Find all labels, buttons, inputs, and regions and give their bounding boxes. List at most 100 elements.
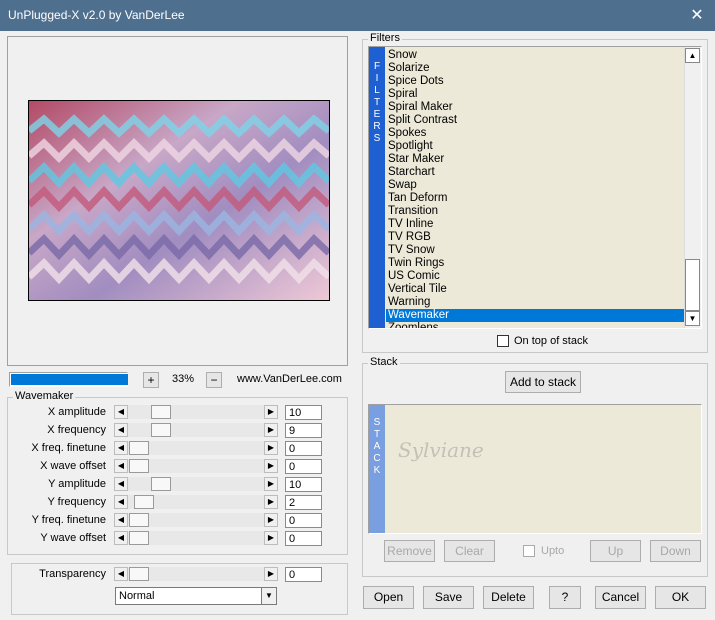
transparency-value[interactable]: 0 (285, 567, 322, 582)
slider-thumb[interactable] (129, 513, 149, 527)
slider-left-icon[interactable]: ◀ (114, 405, 128, 419)
clear-button[interactable]: Clear (444, 540, 495, 562)
param-slider[interactable]: ◀ ▶ (114, 423, 278, 437)
zoom-out-button[interactable]: − (206, 372, 222, 388)
slider-left-icon[interactable]: ◀ (114, 513, 128, 527)
slider-left-icon[interactable]: ◀ (114, 459, 128, 473)
param-slider[interactable]: ◀ ▶ (114, 405, 278, 419)
filter-list-item[interactable]: Spiral (386, 88, 684, 101)
slider-right-icon[interactable]: ▶ (264, 513, 278, 527)
slider-left-icon[interactable]: ◀ (114, 495, 128, 509)
close-icon[interactable]: ✕ (689, 5, 705, 25)
cancel-button[interactable]: Cancel (595, 586, 646, 609)
slider-thumb[interactable] (129, 441, 149, 455)
slider-right-icon[interactable]: ▶ (264, 459, 278, 473)
slider-right-icon[interactable]: ▶ (264, 441, 278, 455)
param-value[interactable]: 0 (285, 531, 322, 546)
slider-right-icon[interactable]: ▶ (264, 567, 278, 581)
param-slider[interactable]: ◀ ▶ (114, 531, 278, 545)
transparency-slider[interactable]: ◀ ▶ (114, 567, 278, 581)
slider-right-icon[interactable]: ▶ (264, 495, 278, 509)
param-value[interactable]: 9 (285, 423, 322, 438)
slider-left-icon[interactable]: ◀ (114, 567, 128, 581)
filters-group-label: Filters (368, 32, 402, 44)
preview-image[interactable] (28, 100, 330, 301)
help-button[interactable]: ? (549, 586, 581, 609)
filter-list-item[interactable]: Star Maker (386, 153, 684, 166)
progress-fill (11, 374, 128, 385)
filter-list-item[interactable]: TV Snow (386, 244, 684, 257)
slider-right-icon[interactable]: ▶ (264, 531, 278, 545)
param-slider[interactable]: ◀ ▶ (114, 495, 278, 509)
filter-list-item[interactable]: Zoomlens (386, 322, 684, 328)
filter-list-item[interactable]: Spice Dots (386, 75, 684, 88)
slider-thumb[interactable] (129, 459, 149, 473)
slider-left-icon[interactable]: ◀ (114, 423, 128, 437)
on-top-checkbox[interactable] (497, 335, 509, 347)
filter-scrollbar[interactable]: ▲ ▼ (684, 47, 701, 328)
slider-right-icon[interactable]: ▶ (264, 405, 278, 419)
filter-list-item[interactable]: Transition (386, 205, 684, 218)
filter-list-item[interactable]: TV RGB (386, 231, 684, 244)
filter-list-item[interactable]: Swap (386, 179, 684, 192)
slider-left-icon[interactable]: ◀ (114, 477, 128, 491)
slider-right-icon[interactable]: ▶ (264, 477, 278, 491)
filter-list-item[interactable]: US Comic (386, 270, 684, 283)
filter-list-item[interactable]: Spokes (386, 127, 684, 140)
ok-button[interactable]: OK (655, 586, 706, 609)
open-button[interactable]: Open (363, 586, 414, 609)
filter-list-item[interactable]: Snow (386, 49, 684, 62)
filter-list[interactable]: Snow Solarize Spice Dots Spiral Spiral Maker… (386, 49, 684, 328)
filter-list-item[interactable]: Vertical Tile (386, 283, 684, 296)
param-value[interactable]: 2 (285, 495, 322, 510)
title-bar[interactable]: UnPlugged-X v2.0 by VanDerLee ✕ (0, 0, 715, 31)
remove-button[interactable]: Remove (384, 540, 435, 562)
slider-thumb[interactable] (129, 567, 149, 581)
vertical-letter: L (374, 85, 380, 96)
scroll-down-icon[interactable]: ▼ (685, 311, 700, 326)
scroll-thumb[interactable] (685, 259, 700, 311)
filter-list-item[interactable]: Solarize (386, 62, 684, 75)
filter-list-item[interactable]: Starchart (386, 166, 684, 179)
slider-thumb[interactable] (151, 477, 171, 491)
chevron-down-icon[interactable]: ▼ (261, 588, 276, 604)
filter-list-item[interactable]: TV Inline (386, 218, 684, 231)
filter-list-item[interactable]: Wavemaker (386, 309, 684, 322)
website-link[interactable]: www.VanDerLee.com (237, 373, 342, 385)
slider-thumb[interactable] (134, 495, 154, 509)
down-button[interactable]: Down (650, 540, 701, 562)
vertical-letter: F (373, 61, 381, 72)
filter-list-item[interactable]: Twin Rings (386, 257, 684, 270)
filter-list-item[interactable]: Tan Deform (386, 192, 684, 205)
slider-thumb[interactable] (151, 423, 171, 437)
param-slider[interactable]: ◀ ▶ (114, 477, 278, 491)
param-slider[interactable]: ◀ ▶ (114, 513, 278, 527)
filter-list-item[interactable]: Spotlight (386, 140, 684, 153)
vertical-letter: S (373, 417, 381, 428)
param-value[interactable]: 0 (285, 459, 322, 474)
filter-list-item[interactable]: Warning (386, 296, 684, 309)
slider-thumb[interactable] (151, 405, 171, 419)
param-value[interactable]: 10 (285, 477, 322, 492)
slider-left-icon[interactable]: ◀ (114, 531, 128, 545)
filter-list-item[interactable]: Spiral Maker (386, 101, 684, 114)
scroll-up-icon[interactable]: ▲ (685, 48, 700, 63)
upto-checkbox[interactable] (523, 545, 535, 557)
filter-list-item[interactable]: Split Contrast (386, 114, 684, 127)
delete-button[interactable]: Delete (483, 586, 534, 609)
save-button[interactable]: Save (423, 586, 474, 609)
param-value[interactable]: 0 (285, 441, 322, 456)
zoom-in-button[interactable]: + (143, 372, 159, 388)
param-value[interactable]: 0 (285, 513, 322, 528)
wavemaker-group-label: Wavemaker (13, 390, 76, 402)
param-slider[interactable]: ◀ ▶ (114, 459, 278, 473)
param-value[interactable]: 10 (285, 405, 322, 420)
stack-list[interactable] (368, 404, 702, 534)
param-slider[interactable]: ◀ ▶ (114, 441, 278, 455)
slider-left-icon[interactable]: ◀ (114, 441, 128, 455)
add-to-stack-button[interactable]: Add to stack (505, 371, 581, 393)
blend-mode-select[interactable]: Normal ▼ (115, 587, 277, 605)
slider-thumb[interactable] (129, 531, 149, 545)
up-button[interactable]: Up (590, 540, 641, 562)
slider-right-icon[interactable]: ▶ (264, 423, 278, 437)
